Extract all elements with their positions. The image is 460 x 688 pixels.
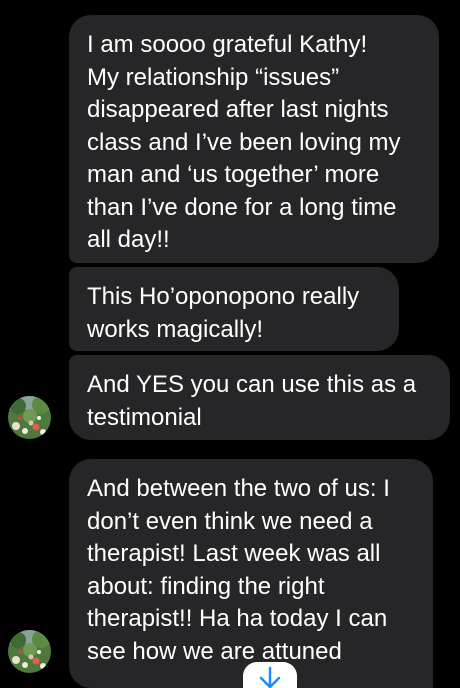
garden-flowers-avatar-icon (8, 396, 51, 439)
message-text-line: testimonial (87, 403, 202, 431)
message-text-line: don’t even think we need a (87, 507, 373, 535)
message-text-line: This Ho’oponopono really (87, 283, 360, 310)
sender-avatar[interactable] (8, 630, 51, 673)
garden-flowers-avatar-icon (8, 630, 51, 673)
message-text-line: And between the two of us: I (87, 475, 390, 502)
message-text-line: all day!! (87, 226, 170, 253)
message-text-line: therapist!! Ha ha today I can (87, 605, 388, 632)
scroll-to-bottom-button[interactable] (243, 662, 297, 688)
message-text-line: works magically! (87, 315, 264, 343)
message-text-line: than I’ve done for a long time (87, 193, 397, 221)
message-text-line: I am soooo grateful Kathy! (87, 31, 368, 58)
message-bubble[interactable]: And YES you can use this as a testimonia… (69, 355, 450, 440)
arrow-down-icon (259, 666, 281, 688)
message-bubble[interactable]: And between the two of us: I don’t even … (69, 459, 433, 688)
message-bubble[interactable]: This Ho’oponopono really works magically… (69, 267, 399, 351)
message-text-line: about: finding the right (87, 572, 325, 600)
message-text-line: disappeared after last nights (87, 96, 389, 123)
message-text-line: class and I’ve been loving my (87, 128, 401, 156)
message-text-line: man and ‘us together’ more (87, 161, 380, 188)
message-text-line: And YES you can use this as a (87, 371, 417, 398)
sender-avatar[interactable] (8, 396, 51, 439)
message-bubble[interactable]: I am soooo grateful Kathy! My relationsh… (69, 15, 439, 263)
message-text-line: therapist! Last week was all (87, 540, 381, 567)
message-text-line: My relationship “issues” (87, 63, 340, 91)
